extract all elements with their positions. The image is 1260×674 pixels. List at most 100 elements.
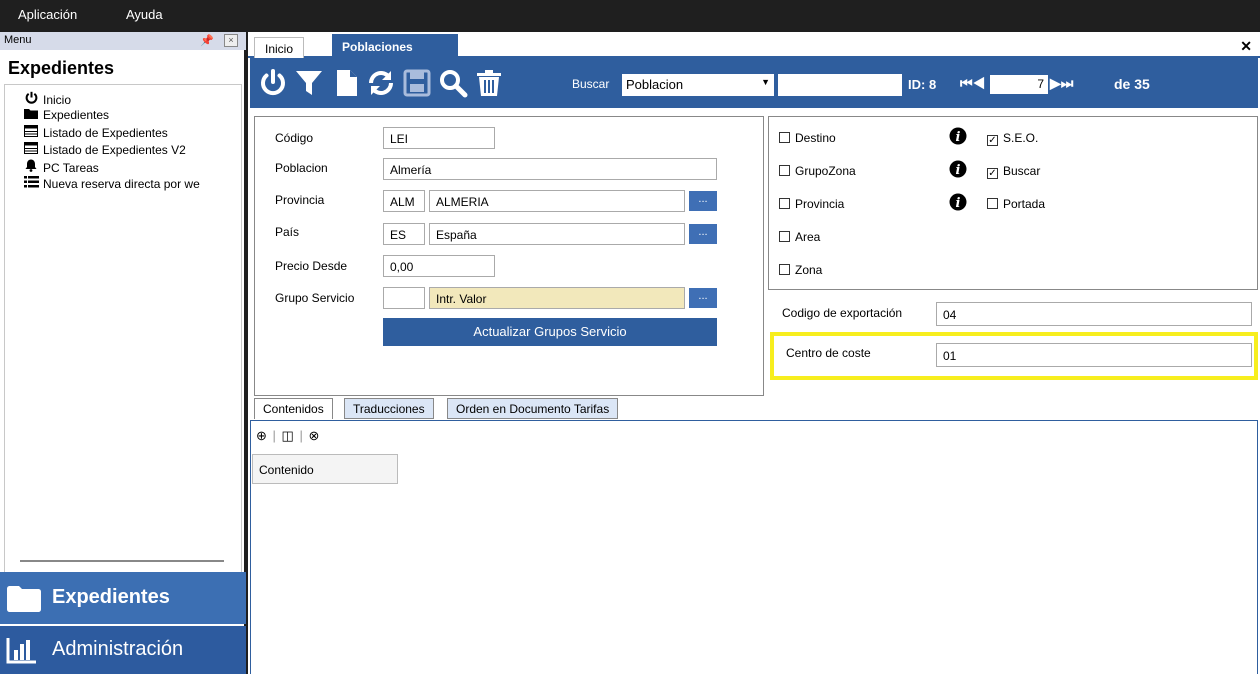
codigo-exportacion-label: Codigo de exportación [782,306,903,320]
provincia-code-field[interactable]: ALM [383,190,425,212]
provincia-checkbox[interactable]: Provincia [779,197,844,211]
zona-label: Zona [795,263,823,277]
menu-tree: Inicio Expedientes Listado de Expediente… [4,84,242,586]
tree-item-nueva-reserva[interactable]: Nueva reserva directa por we [23,176,200,191]
checkbox-box [779,264,790,275]
tab-traducciones[interactable]: Traducciones [344,398,434,419]
nav-administracion-button[interactable]: Administración [0,626,246,674]
destino-checkbox[interactable]: Destino [779,131,836,145]
power-icon [23,91,39,107]
area-checkbox[interactable]: Area [779,230,820,244]
next-last-icon[interactable]: ▶⏭ [1050,75,1073,92]
centro-coste-label: Centro de coste [786,346,871,360]
svg-text:i: i [956,130,961,145]
refresh-icon[interactable] [366,68,396,98]
menu-header-label: Menu [4,34,32,46]
poblacion-label: Poblacion [275,161,328,175]
checkbox-checked: ✓ [987,135,998,146]
first-prev-icon[interactable]: ⏮◀ [960,75,985,92]
bell-icon [23,159,39,175]
columns-icon[interactable]: ◫ [282,428,294,443]
folder-icon [6,585,42,616]
nav-administracion-label: Administración [52,638,184,660]
panel-splitter[interactable] [20,560,224,562]
buscar-select-value: Poblacion [626,77,684,92]
tab-poblaciones[interactable]: Poblaciones [332,34,458,58]
buscar-check-label: Buscar [1003,164,1041,178]
provincia-label: Provincia [275,193,325,207]
provincia-name-field[interactable]: ALMERIA [429,190,685,212]
remove-icon[interactable]: ⊗ [308,428,319,443]
tab-orden-documento[interactable]: Orden en Documento Tarifas [447,398,619,419]
tree-item-pc-tareas[interactable]: PC Tareas [23,159,99,175]
main-area: Inicio Poblaciones ✕ Buscar Poblacion ▼ I… [248,32,1260,674]
add-icon[interactable]: ⊕ [256,428,267,443]
menu-ayuda[interactable]: Ayuda [126,7,163,22]
checkbox-box [779,165,790,176]
tab-contenidos[interactable]: Contenidos [254,398,333,419]
pais-name-field[interactable]: España [429,223,685,245]
filter-icon[interactable] [294,68,324,98]
close-icon[interactable]: × [224,34,238,47]
trash-icon[interactable] [474,68,504,98]
left-panel: Menu 📌 × Expedientes Inicio Expedientes … [0,32,246,674]
buscar-select[interactable]: Poblacion ▼ [622,74,774,96]
content-grid [250,420,1258,674]
tree-label: Nueva reserva directa por we [43,177,200,191]
tree-item-listado-v2[interactable]: Listado de Expedientes V2 [23,142,186,157]
pais-lookup-button[interactable]: ... [689,224,717,244]
destino-label: Destino [795,131,836,145]
centro-coste-field[interactable]: 01 [936,343,1252,367]
grupo-lookup-button[interactable]: ... [689,288,717,308]
menu-aplicacion[interactable]: Aplicación [18,7,77,22]
grupo-name-field[interactable]: Intr. Valor [429,287,685,309]
table-icon [23,125,39,140]
tree-item-expedientes[interactable]: Expedientes [23,108,109,123]
flags-panel: Destino GrupoZona Provincia Area Zona i … [768,116,1258,290]
seo-checkbox[interactable]: ✓ S.E.O. [987,131,1038,146]
pais-label: País [275,225,300,239]
page-input[interactable]: 7 [990,75,1048,94]
tree-item-inicio[interactable]: Inicio [23,91,71,107]
id-label: ID: 8 [908,77,937,92]
tree-label: Listado de Expedientes [43,126,168,140]
update-groups-button[interactable]: Actualizar Grupos Servicio [383,318,717,346]
folder-icon [23,108,39,122]
grupozona-checkbox[interactable]: GrupoZona [779,164,856,178]
codigo-exportacion-field[interactable]: 04 [936,302,1252,326]
menu-header: Menu 📌 × [0,32,246,50]
tree-item-listado[interactable]: Listado de Expedientes [23,125,168,140]
checkbox-box [779,231,790,242]
new-document-icon[interactable] [332,68,362,98]
codigo-label: Código [275,131,314,145]
checkbox-checked: ✓ [987,168,998,179]
pais-code-field[interactable]: ES [383,223,425,245]
nav-expedientes-button[interactable]: Expedientes [0,572,246,624]
power-icon[interactable] [258,68,288,98]
info-icon[interactable]: i [949,127,967,145]
save-icon[interactable] [402,68,432,98]
grupo-label: Grupo Servicio [275,291,355,305]
search-icon[interactable] [438,68,468,98]
provincia-check-label: Provincia [795,197,845,211]
precio-field[interactable]: 0,00 [383,255,495,277]
buscar-input[interactable] [778,74,902,96]
codigo-field[interactable]: LEI [383,127,495,149]
provincia-lookup-button[interactable]: ... [689,191,717,211]
list-icon [23,176,39,191]
buscar-checkbox[interactable]: ✓ Buscar [987,164,1040,179]
column-header-contenido[interactable]: Contenido [252,454,398,484]
poblacion-field[interactable]: Almería [383,158,717,180]
checkbox-box [987,198,998,209]
tab-inicio[interactable]: Inicio [254,37,305,58]
info-icon[interactable]: i [949,160,967,178]
close-tab-icon[interactable]: ✕ [1240,38,1252,55]
info-icon[interactable]: i [949,193,967,211]
svg-text:i: i [956,196,961,211]
portada-checkbox[interactable]: Portada [987,197,1045,211]
pin-icon[interactable]: 📌 [200,34,214,47]
grupo-code-field[interactable] [383,287,425,309]
zona-checkbox[interactable]: Zona [779,263,822,277]
buscar-label: Buscar [572,77,610,91]
chart-icon [6,636,38,667]
